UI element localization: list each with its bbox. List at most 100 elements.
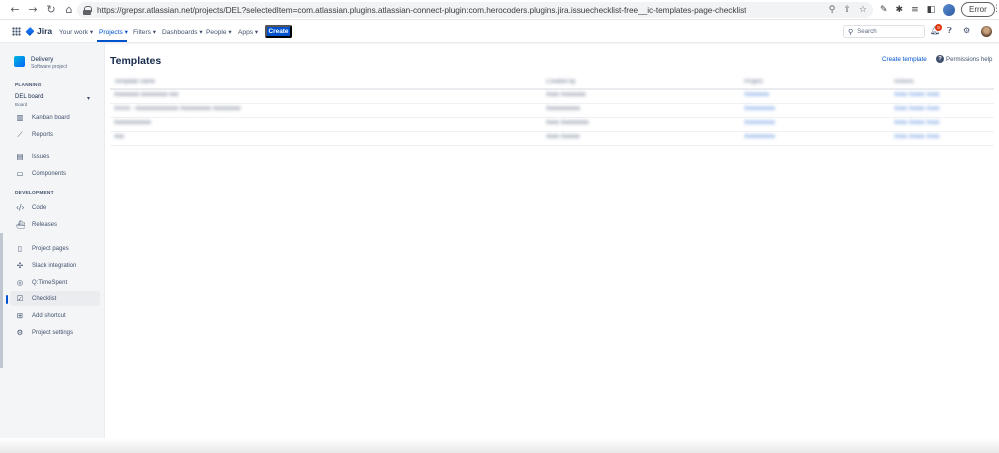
forward-icon[interactable]: →: [24, 1, 42, 19]
search-icon: ⚲: [848, 27, 854, 36]
sidebar-item-label: Add shortcut: [32, 312, 66, 319]
zoom-icon[interactable]: ⚲: [829, 5, 836, 15]
lock-icon: [83, 5, 92, 15]
template-actions[interactable]: Xxxx Xxxxx Xxxx: [894, 134, 939, 140]
template-project[interactable]: Xxxxxxxxxx: [744, 134, 775, 140]
profile-avatar[interactable]: [943, 4, 956, 16]
error-label: Error: [969, 5, 987, 14]
sidebar-item-add-shortcut[interactable]: ⊞ Add shortcut: [10, 308, 100, 323]
settings-gear-icon[interactable]: ⚙: [963, 26, 970, 35]
template-name[interactable]: Xxx: [114, 134, 124, 140]
board-selector[interactable]: DEL board: [15, 94, 43, 100]
template-name[interactable]: XXXX - Xxxxxxxxxxxxxx Xxxxxxxxxx Xxxxxxx…: [114, 106, 241, 112]
window-bottom-edge: [0, 438, 999, 453]
project-avatar: [14, 56, 25, 67]
sidebar-item-label: Issues: [32, 153, 50, 160]
sidebar-item-label: Releases: [32, 221, 58, 228]
template-owner: Xxxx Xxxxxx: [546, 134, 580, 140]
sidebar-item-label: Reports: [32, 131, 54, 138]
template-project[interactable]: Xxxxxxxx: [744, 92, 769, 98]
slack-icon: ✣: [16, 260, 24, 270]
sidebar-item-qtimespent[interactable]: ◎ Q:TimeSpent: [10, 275, 100, 290]
search-placeholder: Search: [857, 28, 877, 35]
nav-projects[interactable]: Projects ▾: [99, 28, 128, 36]
user-avatar[interactable]: [981, 26, 992, 37]
bookmark-star-icon[interactable]: ☆: [859, 5, 867, 15]
puzzle-icon[interactable]: ✱: [896, 5, 904, 15]
home-icon[interactable]: ⌂: [60, 1, 78, 19]
template-project[interactable]: Xxxxxxxxxx: [744, 120, 775, 126]
page-title: Templates: [110, 55, 162, 67]
project-sidebar: Delivery Software project PLANNING DEL b…: [0, 43, 105, 453]
template-actions[interactable]: Xxxx Xxxxx Xxxx: [894, 120, 939, 126]
sidebar-item-reports[interactable]: ⟋ Reports: [10, 127, 100, 142]
template-project[interactable]: Xxxxxxxxxx: [744, 106, 775, 112]
browser-menu-icon[interactable]: ⋮: [992, 4, 999, 14]
template-actions[interactable]: Xxxx Xxxxx Xxxx: [894, 92, 939, 98]
jira-top-nav: Jira Your work ▾ Projects ▾ Filters ▾ Da…: [0, 21, 999, 43]
sidebar-item-label: Checklist: [32, 295, 57, 302]
app-switcher-icon[interactable]: [12, 27, 21, 36]
planning-header: PLANNING: [15, 83, 42, 88]
jira-logo[interactable]: Jira: [25, 26, 53, 36]
template-actions[interactable]: Xxxx Xxxxx Xxxx: [894, 106, 939, 112]
nav-dashboards[interactable]: Dashboards ▾: [162, 28, 203, 36]
permissions-help-link[interactable]: Permissions help: [946, 56, 992, 63]
components-icon: ▭: [16, 168, 24, 178]
sidebar-item-slack-integration[interactable]: ✣ Slack integration: [10, 258, 100, 273]
column-header-name[interactable]: Template name: [114, 79, 155, 85]
reports-icon: ⟋: [17, 129, 23, 139]
jira-wordmark: Jira: [37, 26, 53, 36]
back-icon[interactable]: ←: [6, 1, 24, 19]
sidebar-item-kanban-board[interactable]: ▥ Kanban board: [10, 110, 100, 125]
reading-list-icon[interactable]: ≡: [911, 5, 919, 15]
pages-icon: ▯: [17, 243, 23, 253]
nav-people[interactable]: People ▾: [206, 28, 232, 36]
search-input[interactable]: ⚲ Search: [843, 25, 925, 38]
templates-table: Template name Created by Project Actions…: [110, 77, 994, 146]
add-shortcut-icon: ⊞: [16, 310, 24, 320]
template-name[interactable]: Xxxxxxxx xxxxxxxxx xxx: [114, 92, 178, 98]
address-bar[interactable]: https://grepsr.atlassian.net/projects/DE…: [77, 2, 873, 18]
nav-apps[interactable]: Apps ▾: [238, 28, 258, 36]
column-header-project[interactable]: Project: [744, 79, 763, 85]
sidebar-item-code[interactable]: ‹/› Code: [10, 200, 100, 215]
extension-icon[interactable]: ✎: [880, 5, 888, 15]
table-row: Xxxxxxxxxxxx Xxxx Xxxxxxxxx Xxxxxxxxxx X…: [110, 118, 994, 132]
sidebar-item-project-pages[interactable]: ▯ Project pages: [10, 241, 100, 256]
reload-icon[interactable]: ↻: [42, 1, 60, 19]
sidebar-item-checklist[interactable]: ☑ Checklist: [10, 291, 100, 306]
development-header: DEVELOPMENT: [15, 191, 54, 196]
project-type: Software project: [31, 64, 68, 70]
sidebar-item-releases[interactable]: ⛴ Releases: [10, 217, 100, 232]
create-button[interactable]: Create: [265, 25, 292, 38]
sidebar-item-components[interactable]: ▭ Components: [10, 166, 100, 181]
sidebar-item-label: Code: [32, 204, 47, 211]
sidebar-item-project-settings[interactable]: ⚙ Project settings: [10, 325, 100, 340]
side-panel-icon[interactable]: ◧: [927, 5, 936, 15]
template-owner: Xxxx Xxxxxxxx: [546, 92, 586, 98]
sidebar-scrollbar[interactable]: [0, 233, 3, 368]
nav-filters[interactable]: Filters ▾: [133, 28, 156, 36]
code-icon: ‹/›: [16, 202, 25, 212]
column-header-created-by[interactable]: Created by: [546, 79, 575, 85]
sidebar-item-label: Project pages: [32, 245, 69, 252]
error-button[interactable]: Error: [961, 2, 995, 17]
chevron-down-icon[interactable]: ▾: [87, 95, 90, 102]
nav-your-work[interactable]: Your work ▾: [59, 28, 93, 36]
create-template-link[interactable]: Create template: [882, 56, 927, 63]
table-row: XXXX - Xxxxxxxxxxxxxx Xxxxxxxxxx Xxxxxxx…: [110, 104, 994, 118]
selected-indicator: [6, 295, 8, 304]
question-icon[interactable]: ?: [936, 55, 944, 63]
board-sub-label: Board: [15, 102, 28, 107]
sidebar-item-label: Project settings: [32, 329, 74, 336]
share-icon[interactable]: ⇪: [843, 5, 851, 15]
sidebar-item-label: Slack integration: [32, 262, 77, 269]
table-row: Xxx Xxxx Xxxxxx Xxxxxxxxxx Xxxx Xxxxx Xx…: [110, 132, 994, 146]
sidebar-item-issues[interactable]: ▤ Issues: [10, 149, 100, 164]
settings-icon: ⚙: [16, 327, 24, 337]
nav-active-indicator: [97, 40, 127, 42]
checklist-icon: ☑: [16, 293, 24, 303]
help-icon[interactable]: ❓︎: [947, 26, 952, 36]
template-name[interactable]: Xxxxxxxxxxxx: [114, 120, 151, 126]
